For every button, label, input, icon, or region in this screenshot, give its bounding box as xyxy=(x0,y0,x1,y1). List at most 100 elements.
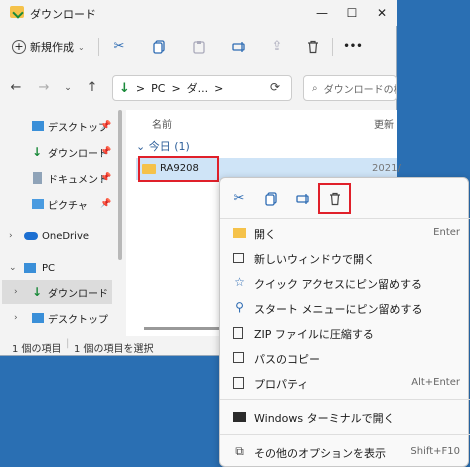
item-count: 1 個の項目 xyxy=(12,344,62,355)
breadcrumb-downloads[interactable]: ダ... xyxy=(187,80,209,96)
sidebar-item-pictures[interactable]: ピクチャ 📌 xyxy=(0,192,118,216)
new-window-icon xyxy=(233,253,244,263)
chevron-right-icon[interactable]: › xyxy=(14,287,18,297)
sidebar-item-label: ダウンロード xyxy=(48,288,108,300)
status-divider: | xyxy=(66,338,70,349)
file-date: 2021/ xyxy=(372,163,401,174)
close-button[interactable]: ✕ xyxy=(367,0,397,26)
menu-item-shortcut: Alt+Enter xyxy=(411,377,460,388)
maximize-button[interactable]: ☐ xyxy=(337,0,367,26)
refresh-icon[interactable]: ⟳ xyxy=(270,80,280,94)
horizontal-scrollbar[interactable] xyxy=(144,327,219,330)
search-input[interactable]: ⌕ ダウンロードの検 xyxy=(303,75,397,101)
terminal-icon xyxy=(233,412,246,422)
pin-icon: 📌 xyxy=(100,147,112,157)
new-button[interactable]: + 新規作成 ⌄ xyxy=(12,36,85,58)
pin-icon: ⚲ xyxy=(235,300,244,314)
chevron-right-icon[interactable]: › xyxy=(9,231,13,241)
cut-icon[interactable]: ✂ xyxy=(228,188,250,210)
sidebar-item-pc-desktop[interactable]: › デスクトップ xyxy=(0,306,118,330)
highlight-box-file xyxy=(138,156,219,182)
menu-item-properties[interactable]: プロパティ Alt+Enter xyxy=(220,370,470,395)
context-menu: ✂ 開く Enter 新しいウィンドウで開く ☆ クイック アクセスにピン留めす… xyxy=(219,177,470,467)
copy-icon[interactable] xyxy=(260,188,282,210)
search-icon: ⌕ xyxy=(312,82,318,94)
desktop-icon xyxy=(32,121,44,131)
chevron-down-icon: ⌄ xyxy=(136,140,149,153)
zip-icon xyxy=(233,327,243,339)
column-header-name[interactable]: 名前 xyxy=(152,116,172,131)
sidebar-item-label: デスクトップ xyxy=(48,122,108,134)
breadcrumb-separator: > xyxy=(135,81,146,95)
pin-icon: 📌 xyxy=(100,199,112,209)
breadcrumb-pc[interactable]: PC xyxy=(151,82,165,95)
copy-icon[interactable] xyxy=(148,36,170,58)
rename-icon[interactable] xyxy=(292,188,314,210)
sidebar-item-pc[interactable]: ⌄ PC xyxy=(0,256,118,280)
documents-icon xyxy=(33,172,42,184)
copy-path-icon xyxy=(233,352,244,363)
star-icon: ☆ xyxy=(234,275,245,289)
delete-icon[interactable] xyxy=(302,36,324,58)
desktop-icon xyxy=(32,313,44,323)
new-button-label: 新規作成 xyxy=(30,41,74,54)
back-icon[interactable]: ← xyxy=(6,78,26,98)
sidebar-item-label: OneDrive xyxy=(42,230,90,242)
more-options-icon: ⧉ xyxy=(235,444,244,458)
sidebar-scrollbar[interactable] xyxy=(118,110,122,260)
command-bar: + 新規作成 ⌄ ✂ ⇪ ••• xyxy=(0,30,397,64)
menu-item-label: パスのコピー xyxy=(254,353,320,366)
pin-icon: 📌 xyxy=(100,173,112,183)
menu-divider xyxy=(220,399,470,400)
minimize-button[interactable]: — xyxy=(307,0,337,26)
menu-item-open[interactable]: 開く Enter xyxy=(220,220,470,245)
properties-icon xyxy=(233,377,244,389)
menu-item-pin-start[interactable]: ⚲ スタート メニューにピン留めする xyxy=(220,295,470,320)
folder-open-icon xyxy=(233,228,246,238)
chevron-down-icon[interactable]: ⌄ xyxy=(9,263,17,273)
menu-item-compress-zip[interactable]: ZIP ファイルに圧縮する xyxy=(220,320,470,345)
menu-item-open-new-window[interactable]: 新しいウィンドウで開く xyxy=(220,245,470,270)
menu-item-more-options[interactable]: ⧉ その他のオプションを表示 Shift+F10 xyxy=(220,439,470,464)
sidebar-item-documents[interactable]: ドキュメント 📌 xyxy=(0,166,118,190)
menu-item-label: 新しいウィンドウで開く xyxy=(254,253,375,266)
rename-icon[interactable] xyxy=(228,36,250,58)
chevron-down-icon[interactable]: ⌄ xyxy=(58,78,78,98)
download-arrow-icon: ↓ xyxy=(32,285,43,299)
menu-item-shortcut: Enter xyxy=(433,227,460,238)
more-options-button[interactable]: ••• xyxy=(342,36,364,58)
chevron-down-icon: ⌄ xyxy=(78,42,85,52)
sidebar-item-onedrive[interactable]: › OneDrive xyxy=(0,224,118,248)
menu-item-shortcut: Shift+F10 xyxy=(410,446,460,457)
download-arrow-icon: ↓ xyxy=(32,145,43,159)
menu-item-label: プロパティ xyxy=(254,378,309,391)
share-icon[interactable]: ⇪ xyxy=(266,36,288,58)
sidebar-item-pc-downloads[interactable]: › ↓ ダウンロード xyxy=(2,280,112,304)
sidebar-item-label: PC xyxy=(42,262,56,274)
plus-icon: + xyxy=(12,40,26,54)
cut-icon[interactable]: ✂ xyxy=(108,36,130,58)
separator xyxy=(98,38,99,56)
pictures-icon xyxy=(32,199,44,209)
menu-item-pin-quick-access[interactable]: ☆ クイック アクセスにピン留めする xyxy=(220,270,470,295)
download-arrow-icon: ↓ xyxy=(119,80,130,96)
sidebar-item-desktop[interactable]: デスクトップ 📌 xyxy=(0,114,118,138)
menu-item-label: その他のオプションを表示 xyxy=(254,447,386,460)
address-bar[interactable]: ↓ > PC > ダ... > xyxy=(112,75,292,101)
navigation-pane: デスクトップ 📌 ↓ ダウンロード 📌 ドキュメント 📌 ピクチャ 📌 › On… xyxy=(0,110,122,336)
chevron-right-icon[interactable]: › xyxy=(14,313,18,323)
column-header-date[interactable]: 更新 xyxy=(374,116,394,131)
pc-icon xyxy=(24,263,36,273)
sidebar-item-downloads[interactable]: ↓ ダウンロード 📌 xyxy=(0,140,118,164)
address-bar-row: ← → ⌄ ↑ ↓ > PC > ダ... > ⟳ ⌕ ダウンロードの検 xyxy=(0,72,397,106)
sidebar-item-label: ドキュメント xyxy=(48,174,108,186)
highlight-box-delete xyxy=(318,183,351,214)
up-icon[interactable]: ↑ xyxy=(82,78,102,98)
paste-icon[interactable] xyxy=(188,36,210,58)
menu-item-label: Windows ターミナルで開く xyxy=(254,412,395,425)
forward-icon[interactable]: → xyxy=(34,78,54,98)
cloud-icon xyxy=(24,232,38,240)
menu-item-copy-path[interactable]: パスのコピー xyxy=(220,345,470,370)
menu-item-open-terminal[interactable]: Windows ターミナルで開く xyxy=(220,404,470,429)
group-header[interactable]: ⌄ 今日 (1) xyxy=(136,138,190,154)
